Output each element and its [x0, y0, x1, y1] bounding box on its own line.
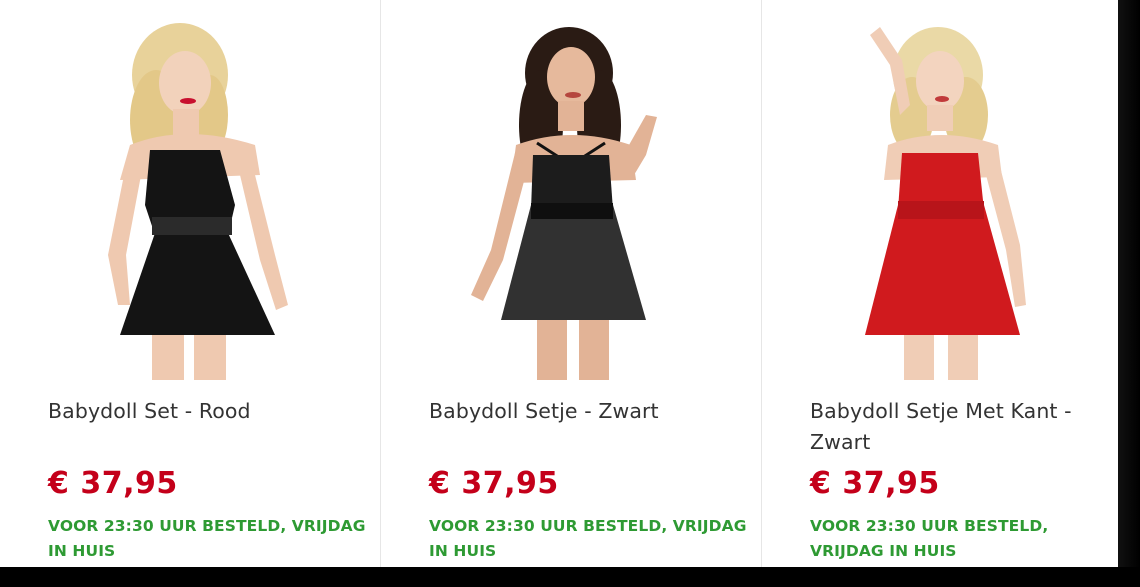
- product-title[interactable]: Babydoll Setje Met Kant - Zwart: [810, 396, 1098, 458]
- delivery-info: VOOR 23:30 UUR BESTELD, VRIJDAG IN HUIS: [429, 517, 747, 560]
- product-image[interactable]: [762, 0, 1118, 380]
- product-card[interactable]: Babydoll Set - Rood € 37,95 VOOR 23:30 U…: [0, 0, 380, 567]
- window-edge-bottom: [0, 567, 1140, 587]
- product-price: € 37,95: [810, 466, 940, 501]
- product-image[interactable]: [0, 0, 380, 380]
- product-image[interactable]: [381, 0, 761, 380]
- product-photo[interactable]: [441, 5, 701, 380]
- delivery-info: VOOR 23:30 UUR BESTELD, VRIJDAG IN HUIS: [48, 517, 366, 560]
- product-photo[interactable]: [810, 5, 1070, 380]
- window-edge-right: [1118, 0, 1140, 587]
- product-price: € 37,95: [429, 466, 559, 501]
- product-title[interactable]: Babydoll Set - Rood: [48, 396, 360, 427]
- product-card[interactable]: Babydoll Setje - Zwart € 37,95 VOOR 23:3…: [381, 0, 761, 567]
- product-price: € 37,95: [48, 466, 178, 501]
- delivery-info: VOOR 23:30 UUR BESTELD, VRIJDAG IN HUIS: [810, 517, 1049, 560]
- product-card[interactable]: Babydoll Setje Met Kant - Zwart € 37,95 …: [762, 0, 1118, 567]
- product-photo[interactable]: [60, 5, 320, 380]
- product-title[interactable]: Babydoll Setje - Zwart: [429, 396, 741, 427]
- product-grid: Babydoll Set - Rood € 37,95 VOOR 23:30 U…: [0, 0, 1118, 567]
